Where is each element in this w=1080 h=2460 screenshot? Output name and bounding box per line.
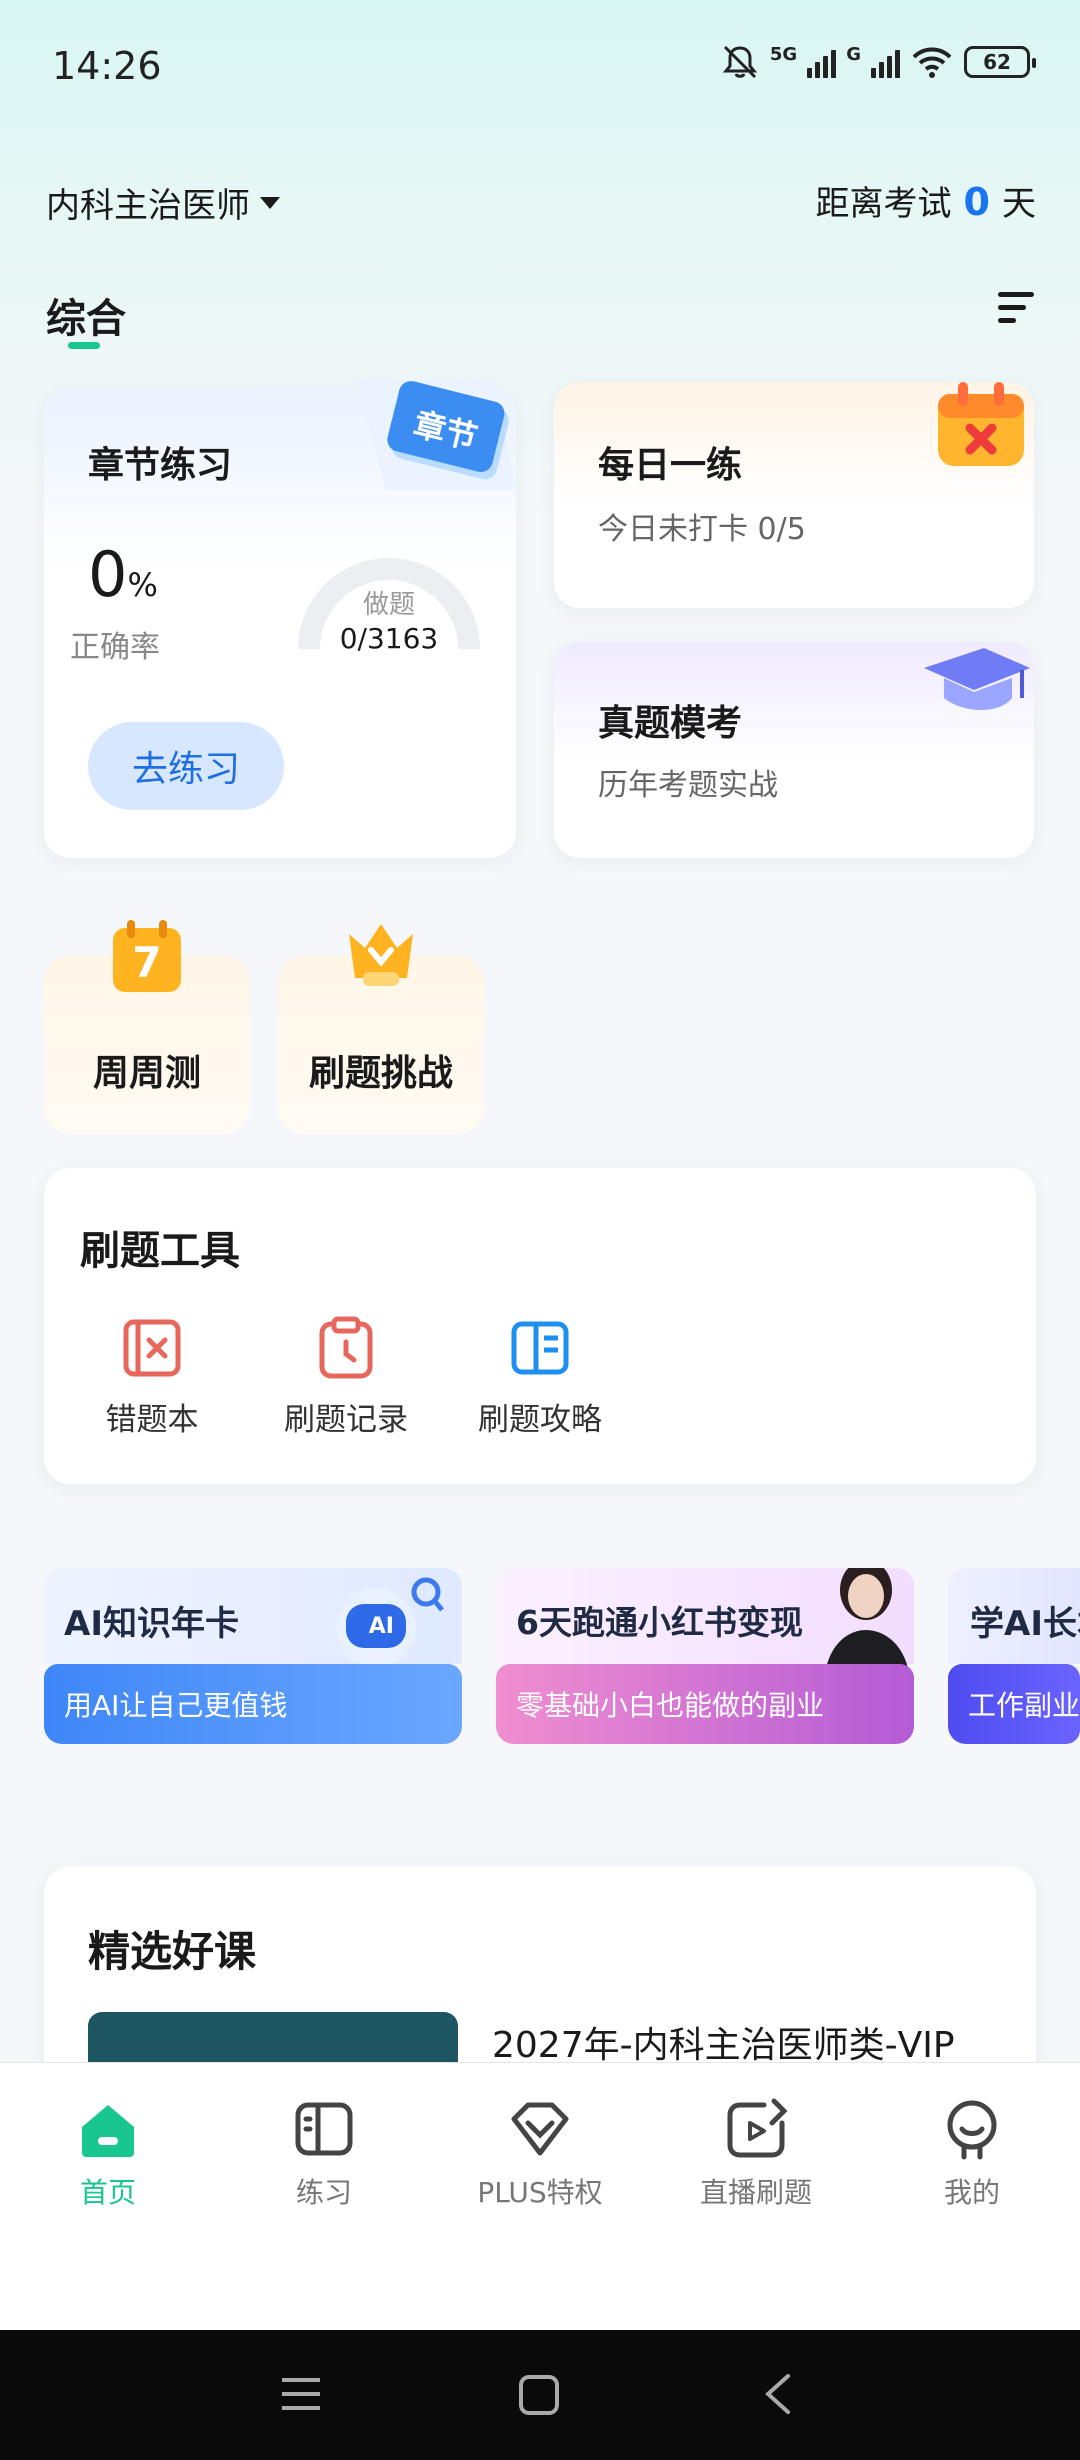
done-count: 0/3163 xyxy=(339,622,439,655)
caret-down-icon xyxy=(260,196,280,209)
mock-exam-title: 真题模考 xyxy=(598,703,743,744)
accuracy-label: 正确率 xyxy=(70,630,160,665)
chapter-practice-card[interactable]: 章节 章节练习 0% 正确率 做题 0/3163 去练习 xyxy=(44,380,516,858)
nav-plus-label: PLUS特权 xyxy=(477,2176,603,2209)
banner-ai-card[interactable]: AI知识年卡 AI 用AI让自己更值钱 xyxy=(44,1568,462,1744)
calendar-icon xyxy=(938,382,1024,466)
status-time: 14:26 xyxy=(52,44,162,88)
calendar-number: 7 xyxy=(132,938,162,987)
home-button-icon[interactable] xyxy=(518,2374,560,2416)
nav-home-label: 首页 xyxy=(79,2176,136,2209)
signal-strength-icon xyxy=(807,46,837,78)
accuracy-value: 0% xyxy=(88,538,158,611)
wrong-book-icon xyxy=(123,1319,181,1377)
tab-comprehensive[interactable]: 综合 xyxy=(46,286,126,344)
recent-apps-icon[interactable] xyxy=(280,2374,322,2414)
signal-strength-icon-2 xyxy=(871,46,900,78)
system-navigation-bar xyxy=(0,2330,1080,2460)
nav-live-label: 直播刷题 xyxy=(699,2176,812,2209)
practice-guide-label: 刷题攻略 xyxy=(478,1402,602,1438)
diamond-icon xyxy=(511,2102,569,2156)
home-icon xyxy=(82,2105,134,2157)
daily-practice-card[interactable]: 每日一练 今日未打卡 0/5 xyxy=(554,382,1034,608)
featured-courses-title: 精选好课 xyxy=(88,1927,257,1976)
practice-record-button[interactable]: 刷题记录 xyxy=(256,1316,436,1439)
graduation-cap-icon xyxy=(924,648,1030,710)
mock-exam-card[interactable]: 真题模考 历年考题实战 xyxy=(554,642,1034,858)
banner-ai-growth-title: 学AI长本 xyxy=(970,1604,1080,1644)
tab-indicator xyxy=(68,342,100,349)
banner-xiaohongshu-title: 6天跑通小红书变现 xyxy=(516,1603,803,1642)
practice-book-icon xyxy=(295,2102,353,2156)
mute-bell-icon xyxy=(722,45,758,79)
menu-icon[interactable] xyxy=(998,292,1034,328)
nav-live[interactable]: 直播刷题 xyxy=(656,2097,856,2211)
practice-record-label: 刷题记录 xyxy=(284,1402,408,1438)
practice-tools-card: 刷题工具 错题本 刷题记录 刷题攻略 xyxy=(44,1168,1036,1484)
weekly-test-label: 周周测 xyxy=(92,1053,201,1094)
live-video-icon xyxy=(727,2098,788,2158)
nav-profile-label: 我的 xyxy=(943,2176,1000,2209)
countdown-suffix: 天 xyxy=(1002,184,1036,224)
status-icons: 5G G 62 xyxy=(720,44,1036,80)
battery-icon: 62 xyxy=(964,46,1036,78)
exam-countdown: 距离考试 0 天 xyxy=(816,176,1036,225)
network-5g-label: 5G xyxy=(769,44,798,65)
tools-title: 刷题工具 xyxy=(80,1228,240,1274)
banner-ai-title: AI知识年卡 xyxy=(64,1604,239,1644)
banner-xiaohongshu-subtitle: 零基础小白也能做的副业 xyxy=(496,1664,914,1744)
chapter-practice-title: 章节练习 xyxy=(88,445,233,486)
nav-profile[interactable]: 我的 xyxy=(872,2097,1072,2211)
mock-exam-subtitle: 历年考题实战 xyxy=(598,768,778,803)
course-name[interactable]: 2027年-内科主治医师类-VIP xyxy=(492,2016,955,2068)
banner-ai-subtitle: 用AI让自己更值钱 xyxy=(44,1664,462,1744)
exam-name: 内科主治医师 xyxy=(46,186,250,226)
challenge-label: 刷题挑战 xyxy=(308,1053,453,1094)
done-label: 做题 xyxy=(362,590,415,620)
nav-practice-label: 练习 xyxy=(295,2176,352,2209)
clipboard-clock-icon xyxy=(319,1316,373,1379)
banner-xiaohongshu-card[interactable]: 6天跑通小红书变现 零基础小白也能做的副业 xyxy=(496,1568,914,1744)
wrong-book-button[interactable]: 错题本 xyxy=(62,1316,242,1439)
crown-trophy-icon xyxy=(349,924,413,986)
go-practice-button[interactable]: 去练习 xyxy=(88,722,284,810)
nav-practice[interactable]: 练习 xyxy=(224,2097,424,2211)
daily-practice-subtitle: 今日未打卡 0/5 xyxy=(598,512,806,547)
countdown-days: 0 xyxy=(963,180,990,224)
challenge-card[interactable]: 刷题挑战 xyxy=(278,924,484,1134)
wifi-icon xyxy=(912,47,952,78)
nav-plus[interactable]: PLUS特权 xyxy=(440,2097,640,2211)
countdown-prefix: 距离考试 xyxy=(815,184,952,224)
bottom-navigation: 首页 练习 PLUS特权 直播刷题 我的 xyxy=(0,2062,1080,2330)
back-icon[interactable] xyxy=(762,2372,792,2416)
profile-face-icon xyxy=(947,2100,997,2160)
wrong-book-label: 错题本 xyxy=(105,1402,199,1438)
robot-ai-label: AI xyxy=(368,1614,394,1639)
banner-ai-growth-subtitle: 工作副业 xyxy=(948,1664,1080,1744)
nav-home[interactable]: 首页 xyxy=(8,2097,208,2211)
daily-practice-title: 每日一练 xyxy=(598,445,743,486)
exam-selector[interactable]: 内科主治医师 xyxy=(46,178,280,227)
banner-ai-growth-card[interactable]: 学AI长本 工作副业 xyxy=(948,1568,1080,1744)
weekly-test-card[interactable]: 7 周周测 xyxy=(44,920,250,1134)
practice-guide-button[interactable]: 刷题攻略 xyxy=(450,1316,630,1439)
network-g-label: G xyxy=(846,44,861,65)
guide-book-icon xyxy=(511,1321,569,1375)
